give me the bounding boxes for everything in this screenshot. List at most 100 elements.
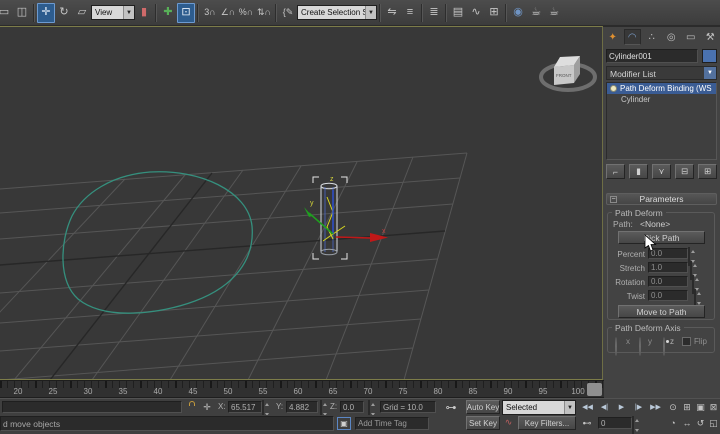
zoom-all-icon[interactable]: ⊞: [680, 401, 694, 413]
home-grid: [0, 152, 468, 379]
select-rotate-icon[interactable]: ↻: [55, 3, 73, 23]
zoom-extents-icon[interactable]: ▣: [694, 401, 707, 413]
timeline-label: 50: [223, 387, 233, 396]
frame-spinner[interactable]: [632, 416, 634, 434]
rect-select-icon[interactable]: ▭: [0, 3, 13, 23]
current-frame-field[interactable]: 0: [598, 417, 632, 429]
window-crossing-icon[interactable]: ◫: [13, 3, 31, 23]
render-icon[interactable]: ☕: [545, 3, 563, 23]
bulb-icon[interactable]: [610, 85, 617, 92]
move-to-path-button[interactable]: Move to Path: [618, 305, 705, 318]
pick-path-button[interactable]: Pick Path: [618, 231, 705, 244]
timeline-label: 90: [503, 387, 513, 396]
zoom-icon[interactable]: ⊙: [666, 401, 680, 413]
select-manipulate-icon[interactable]: ✚: [159, 3, 177, 23]
timeline-label: 55: [258, 387, 268, 396]
timeline-label: 20: [13, 387, 23, 396]
snap-toggle-icon[interactable]: ⊡: [177, 2, 195, 23]
key-selection-dropdown[interactable]: Selected ▼: [502, 400, 576, 415]
add-time-tag[interactable]: Add Time Tag: [355, 417, 429, 430]
reference-coordinate-dropdown[interactable]: View ▼: [91, 5, 135, 20]
axis-x-radio[interactable]: [615, 337, 617, 356]
curve-editor-icon[interactable]: ∿: [467, 3, 485, 23]
path-value: <None>: [640, 219, 671, 229]
y-coord-field[interactable]: 4.882: [286, 401, 318, 413]
tab-hierarchy[interactable]: ∴: [643, 29, 660, 45]
axis-y-radio[interactable]: [639, 337, 641, 356]
time-tag-icon[interactable]: ▣: [337, 417, 351, 430]
stack-toolbar: ⌐ ▮ ⋎ ⊟ ⊞: [606, 164, 717, 179]
tab-utilities[interactable]: ⚒: [702, 29, 719, 45]
edit-named-selection-sets-icon[interactable]: {✎: [279, 3, 297, 23]
angle-snap-icon[interactable]: ∠∩: [219, 3, 237, 23]
render-setup-icon[interactable]: ☕: [527, 3, 545, 23]
named-selection-set-dropdown[interactable]: Create Selection Se ▼: [297, 5, 377, 20]
remove-modifier-icon[interactable]: ⊟: [675, 164, 694, 179]
twist-field[interactable]: 0.0: [648, 290, 688, 301]
modifier-list-dropdown[interactable]: Modifier List ▼: [606, 66, 717, 80]
go-to-end-icon[interactable]: ▶▶: [648, 401, 663, 413]
mirror-icon[interactable]: ⇋: [383, 3, 401, 23]
go-to-start-icon[interactable]: ◀◀: [580, 401, 595, 413]
status-row-1: ✛ X: 65.517 Y: 4.882 Z: 0.0 Grid = 10.0 …: [0, 398, 720, 419]
play-icon[interactable]: ▶: [614, 401, 629, 413]
parameters-rollout-header[interactable]: − Parameters: [606, 193, 717, 205]
pivot-center-icon[interactable]: ▮: [135, 3, 153, 23]
percent-snap-icon[interactable]: %∩: [237, 3, 255, 23]
maximize-viewport-icon[interactable]: ◱: [707, 417, 720, 429]
rotation-field[interactable]: 0.0: [648, 276, 688, 287]
next-frame-icon[interactable]: |▶: [631, 401, 646, 413]
x-coord-label: X:: [218, 402, 226, 411]
schematic-view-icon[interactable]: ⊞: [485, 3, 503, 23]
z-coord-field[interactable]: 0.0: [340, 401, 364, 413]
stretch-field[interactable]: 1.0: [648, 262, 688, 273]
command-panel-tabs: ✦ ◠ ∴ ◎ ▭ ⚒: [603, 29, 720, 45]
fov-icon[interactable]: ◔: [666, 417, 680, 429]
graphite-ribbon-icon[interactable]: ▤: [449, 3, 467, 23]
main-toolbar: ▭ ◫ ✛ ↻ ▱ View ▼ ▮ ✚ ⊡ 3∩ ∠∩ %∩ ⇅∩ {✎ Cr…: [0, 0, 720, 26]
default-tangent-icon[interactable]: ∿: [502, 416, 515, 429]
zoom-extents-all-icon[interactable]: ⊠: [707, 401, 720, 413]
pan-icon[interactable]: ↔: [680, 417, 694, 429]
object-name-field[interactable]: Cylinder001: [606, 49, 698, 63]
move-gizmo[interactable]: [304, 190, 388, 242]
make-unique-icon[interactable]: ⋎: [652, 164, 671, 179]
absolute-transform-icon[interactable]: ✛: [200, 401, 214, 413]
spinner-snap-icon[interactable]: ⇅∩: [255, 3, 273, 23]
layer-manager-icon[interactable]: ≣: [425, 3, 443, 23]
key-mode-icon[interactable]: ⊷: [580, 417, 594, 429]
key-filters-button[interactable]: Key Filters...: [518, 416, 576, 430]
tab-display[interactable]: ▭: [682, 29, 699, 45]
axis-z-radio[interactable]: [663, 337, 665, 356]
align-icon[interactable]: ≡: [401, 3, 419, 23]
set-key-button[interactable]: Set Key: [466, 416, 500, 430]
configure-modifier-sets-icon[interactable]: ⊞: [698, 164, 717, 179]
toolbar-separator: [275, 3, 277, 22]
show-end-result-icon[interactable]: ▮: [629, 164, 648, 179]
orbit-icon[interactable]: ↺: [694, 417, 707, 429]
maxscript-mini-listener[interactable]: [2, 401, 182, 413]
chevron-down-icon: ▼: [564, 401, 575, 414]
x-coord-field[interactable]: 65.517: [228, 401, 262, 413]
binding-gizmo: [322, 196, 346, 242]
timeline-label: 80: [433, 387, 443, 396]
tab-motion[interactable]: ◎: [663, 29, 680, 45]
object-color-swatch[interactable]: [702, 49, 717, 63]
viewport[interactable]: z y x FRONT: [0, 26, 603, 380]
select-move-icon[interactable]: ✛: [37, 2, 55, 23]
tab-create[interactable]: ✦: [604, 29, 621, 45]
timeline-trackbar[interactable]: 20 25 30 35 40 45 50 55 60 65 70 75 80 8…: [0, 380, 604, 398]
snap-3d-icon[interactable]: 3∩: [201, 3, 219, 23]
set-keys-icon[interactable]: ⊶: [441, 400, 461, 414]
viewcube[interactable]: FRONT: [539, 56, 597, 92]
previous-frame-icon[interactable]: ◀|: [597, 401, 612, 413]
material-editor-icon[interactable]: ◉: [509, 3, 527, 23]
tab-modify[interactable]: ◠: [623, 29, 641, 45]
select-scale-icon[interactable]: ▱: [73, 3, 91, 23]
modifier-stack-item-cylinder[interactable]: Cylinder: [607, 94, 716, 105]
auto-key-button[interactable]: Auto Key: [466, 400, 500, 414]
path-label: Path:: [613, 219, 633, 229]
pin-stack-icon[interactable]: ⌐: [606, 164, 625, 179]
modifier-stack-item-path-deform[interactable]: Path Deform Binding (WS: [607, 83, 716, 94]
flip-checkbox[interactable]: [682, 337, 691, 346]
